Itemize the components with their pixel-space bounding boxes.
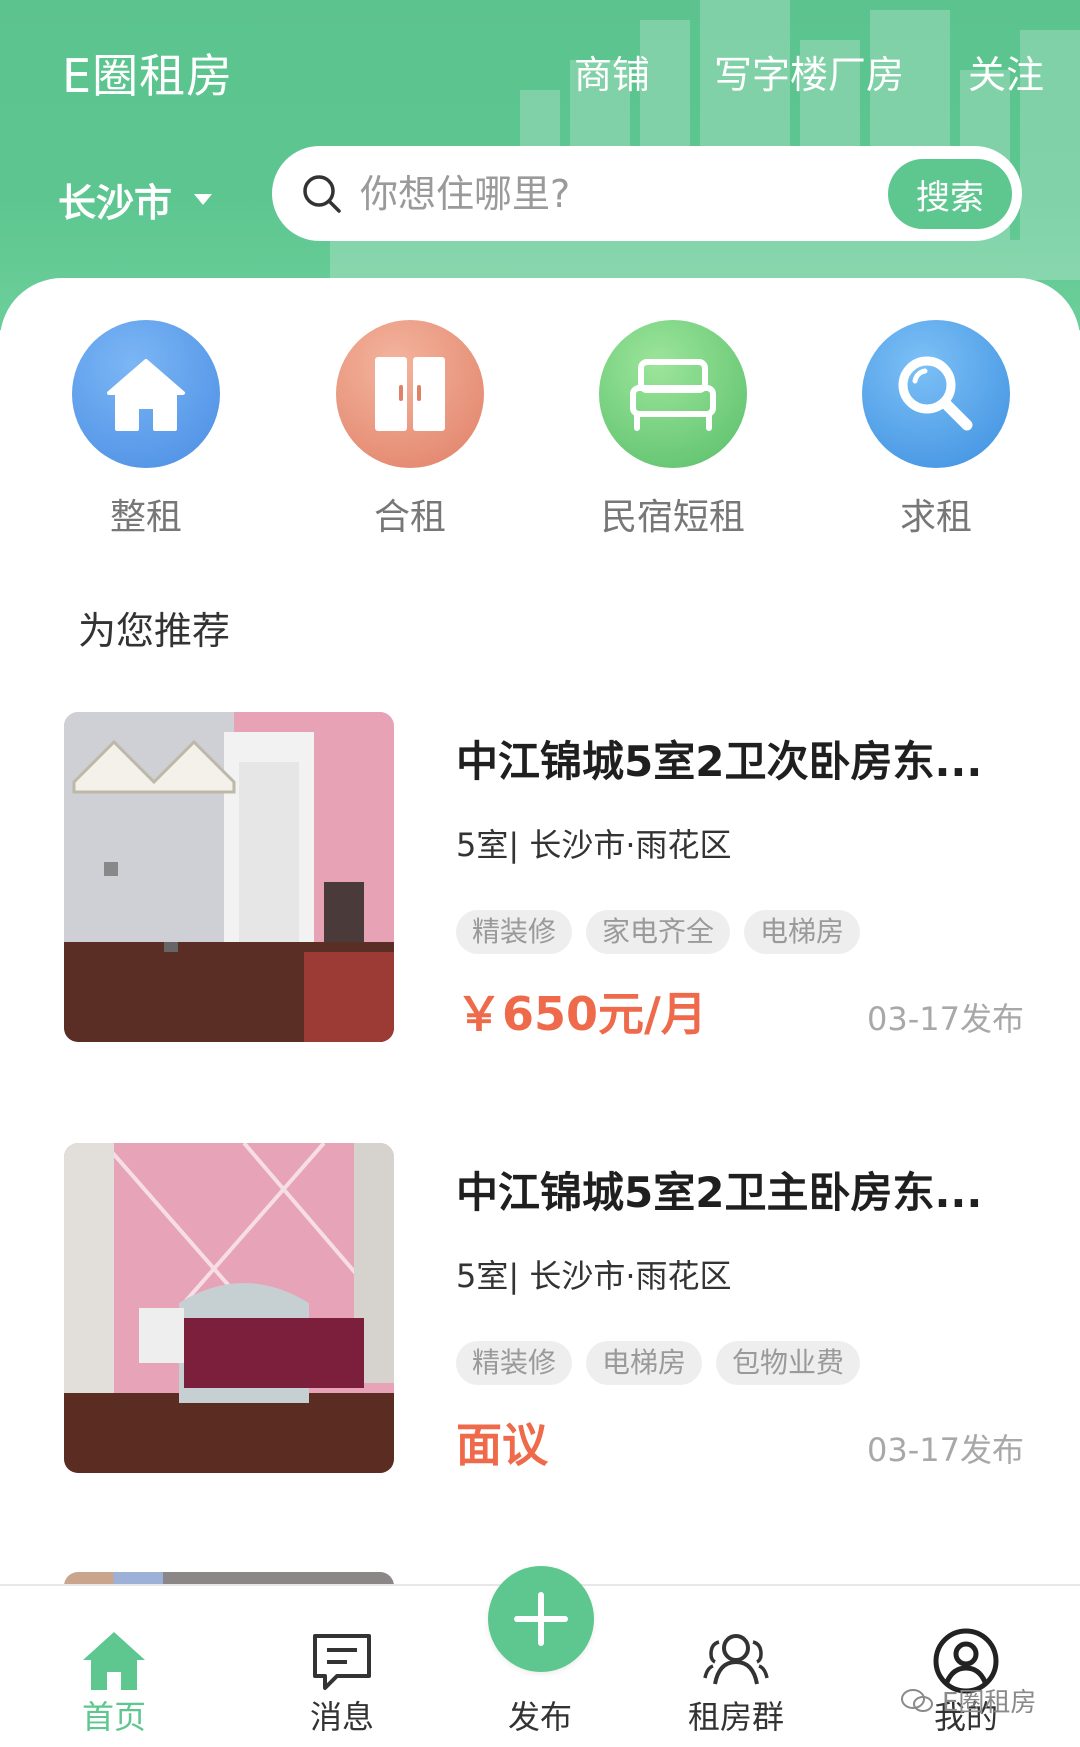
top-nav: 商铺 写字楼厂房 关注 — [574, 44, 1044, 99]
listing-tag: 包物业费 — [716, 1341, 861, 1385]
tab-label: 租房群 — [687, 1698, 784, 1736]
tab-label: 发布 — [507, 1698, 572, 1736]
home-icon — [83, 1632, 145, 1690]
category-seek-rent[interactable]: 求租 — [836, 320, 1036, 540]
listing-card[interactable]: 中江锦城5室2卫主卧房东... 5室| 长沙市·雨花区 精装修 电梯房 包物业费… — [64, 1143, 1024, 1473]
watermark: E圈租房 — [900, 1682, 1036, 1719]
listing-price: 面议 — [456, 1418, 548, 1472]
listing-card[interactable]: 中江锦城5室2卫次卧房东... 5室| 长沙市·雨花区 精装修 家电齐全 电梯房… — [64, 712, 1024, 1042]
search-bar: 搜索 — [272, 146, 1022, 241]
listing-tag: 精装修 — [456, 1341, 573, 1385]
listing-tag: 电梯房 — [586, 1341, 703, 1385]
listing-photo — [64, 712, 394, 1042]
listing-price: ￥650元/月 — [456, 987, 707, 1041]
category-label: 民宿短租 — [600, 497, 745, 538]
category-label: 求租 — [899, 497, 972, 538]
search-button[interactable]: 搜索 — [888, 159, 1012, 229]
category-label: 合租 — [373, 497, 446, 538]
nav-offices-factories[interactable]: 写字楼厂房 — [714, 44, 904, 99]
tab-profile[interactable]: 我的 — [886, 1586, 1046, 1747]
app-screen: E圈租房 商铺 写字楼厂房 关注 长沙市 搜索 整租 — [0, 0, 1080, 1747]
listing-subtitle: 5室| 长沙市·雨花区 — [456, 1257, 732, 1295]
category-grid: 整租 合租 民宿短租 求租 — [0, 320, 1080, 540]
listing-tag: 精装修 — [456, 910, 573, 954]
tab-label: 首页 — [81, 1698, 146, 1736]
listing-tags: 精装修 电梯房 包物业费 — [456, 1341, 861, 1385]
message-icon — [313, 1634, 371, 1690]
nav-shops[interactable]: 商铺 — [574, 44, 650, 99]
city-selector[interactable]: 长沙市 — [58, 172, 213, 227]
listing-date: 03-17发布 — [867, 1000, 1024, 1038]
tab-label: 消息 — [309, 1698, 374, 1736]
house-icon — [72, 320, 220, 468]
listing-date: 03-17发布 — [867, 1431, 1024, 1469]
group-icon — [703, 1634, 769, 1685]
search-icon — [303, 174, 341, 213]
tab-messages[interactable]: 消息 — [262, 1586, 422, 1747]
magnifier-icon — [862, 320, 1010, 468]
bed-icon — [599, 320, 747, 468]
listing-tag: 电梯房 — [744, 910, 861, 954]
listing-title: 中江锦城5室2卫主卧房东... — [456, 1168, 983, 1217]
watermark-text: E圈租房 — [942, 1688, 1037, 1718]
listing-subtitle: 5室| 长沙市·雨花区 — [456, 826, 732, 864]
listing-info: 中江锦城5室2卫主卧房东... 5室| 长沙市·雨花区 精装修 电梯房 包物业费… — [456, 1143, 1024, 1473]
category-homestay[interactable]: 民宿短租 — [573, 320, 773, 540]
recommend-section-title: 为您推荐 — [78, 609, 231, 653]
listing-tag: 家电齐全 — [586, 910, 731, 954]
category-whole-rent[interactable]: 整租 — [46, 320, 246, 540]
listing-photo — [64, 1143, 394, 1473]
nav-follow[interactable]: 关注 — [968, 44, 1044, 99]
listing-info: 中江锦城5室2卫次卧房东... 5室| 长沙市·雨花区 精装修 家电齐全 电梯房… — [456, 712, 1024, 1042]
listing-tags: 精装修 家电齐全 电梯房 — [456, 910, 861, 954]
city-label: 长沙市 — [58, 181, 173, 225]
category-label: 整租 — [109, 497, 182, 538]
tab-rent-groups[interactable]: 租房群 — [656, 1586, 816, 1747]
publish-plus-button[interactable] — [488, 1566, 594, 1672]
app-title: E圈租房 — [62, 49, 234, 103]
door-icon — [336, 320, 484, 468]
caret-down-icon — [194, 194, 213, 205]
search-input[interactable] — [360, 171, 840, 216]
tab-home[interactable]: 首页 — [34, 1586, 194, 1747]
category-shared-rent[interactable]: 合租 — [310, 320, 510, 540]
wechat-icon — [901, 1688, 933, 1712]
plus-icon — [514, 1592, 568, 1646]
listing-title: 中江锦城5室2卫次卧房东... — [456, 737, 983, 786]
